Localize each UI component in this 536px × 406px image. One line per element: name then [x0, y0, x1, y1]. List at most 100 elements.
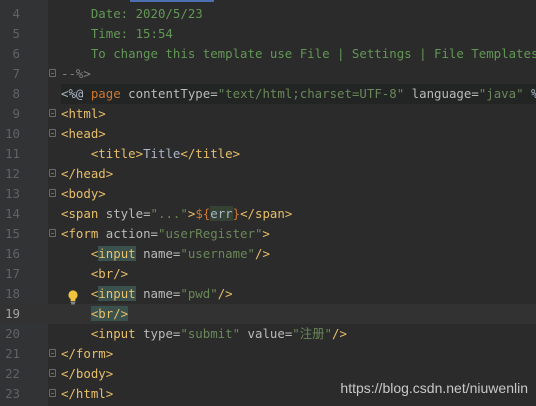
code-token: Title	[143, 146, 181, 161]
code-token: />	[217, 286, 233, 301]
code-token: }	[232, 206, 241, 221]
code-token: "username"	[180, 246, 255, 261]
code-token: name=	[135, 246, 181, 261]
code-text: <input name="username"/>	[61, 244, 270, 264]
code-text: <input type="submit" value="注册"/>	[61, 324, 347, 344]
fold-icon[interactable]	[49, 69, 56, 77]
code-token: action=	[105, 226, 158, 241]
code-token: </body>	[61, 366, 114, 381]
code-token: <input	[61, 326, 144, 341]
code-line[interactable]: 18 <input name="pwd"/>	[0, 284, 536, 304]
code-token: "..."	[150, 206, 188, 221]
fold-icon[interactable]	[49, 169, 56, 177]
code-token: <head>	[61, 126, 106, 141]
fold-icon[interactable]	[49, 189, 56, 197]
code-token: contentType=	[128, 86, 218, 101]
code-line[interactable]: 19 <br/>	[0, 304, 536, 324]
line-number: 10	[5, 126, 20, 141]
code-token: ${	[195, 206, 211, 221]
code-line[interactable]: 5 Time: 15:54	[0, 24, 536, 44]
code-token: type=	[143, 326, 181, 341]
code-token: "userRegister"	[157, 226, 263, 241]
line-number: 21	[5, 346, 20, 361]
code-token: <br/>	[61, 266, 129, 281]
code-editor[interactable]: 4 Date: 2020/5/23 5 Time: 15:54 6 To chang…	[0, 0, 536, 406]
fold-icon[interactable]	[49, 129, 56, 137]
line-number: 15	[5, 226, 20, 241]
code-token: "pwd"	[180, 286, 218, 301]
code-line[interactable]: 10 <head>	[0, 124, 536, 144]
code-text: <br/>	[61, 264, 128, 284]
code-line[interactable]: 12 </head>	[0, 164, 536, 184]
code-token: </span>	[240, 206, 293, 221]
code-token: </form>	[61, 346, 114, 361]
code-text: --%>	[61, 64, 91, 84]
code-token: input	[98, 246, 136, 261]
code-text: Time: 15:54	[61, 24, 173, 44]
code-token: "注册"	[292, 326, 332, 341]
code-token: </head>	[61, 166, 114, 181]
code-text: </head>	[61, 164, 113, 184]
code-token: Time: 15:54	[61, 26, 173, 41]
line-number: 20	[5, 326, 20, 341]
code-token: input	[98, 286, 136, 301]
line-number: 7	[12, 66, 20, 81]
code-text: </form>	[61, 344, 113, 364]
code-token: style=	[105, 206, 151, 221]
code-token: >	[262, 226, 270, 241]
code-text: <input name="pwd"/>	[61, 284, 233, 304]
code-text: To change this template use File | Setti…	[61, 44, 536, 64]
line-number: 14	[5, 206, 20, 221]
code-text: <span style="...">${err}</span>	[61, 204, 292, 224]
fold-icon[interactable]	[49, 349, 56, 357]
lightbulb-icon[interactable]	[67, 289, 79, 305]
line-number: 4	[12, 6, 20, 21]
code-token: %>	[524, 86, 536, 101]
code-token: <	[61, 246, 99, 261]
code-line[interactable]: 15 <form action="userRegister">	[0, 224, 536, 244]
code-text: <%@ page contentType="text/html;charset=…	[61, 84, 536, 104]
code-token: name=	[135, 286, 181, 301]
code-token: "text/html;charset=UTF-8"	[217, 86, 405, 101]
code-text: </html>	[61, 384, 113, 404]
code-text: <title>Title</title>	[61, 144, 240, 164]
line-number: 8	[12, 86, 20, 101]
code-text: <form action="userRegister">	[61, 224, 270, 244]
code-token: <body>	[61, 186, 106, 201]
code-line[interactable]: 7 --%>	[0, 64, 536, 84]
fold-icon[interactable]	[49, 389, 56, 397]
line-number: 17	[5, 266, 20, 281]
code-line[interactable]: 14 <span style="...">${err}</span>	[0, 204, 536, 224]
code-line[interactable]: 20 <input type="submit" value="注册"/>	[0, 324, 536, 344]
code-token: <span	[61, 206, 106, 221]
watermark-url: https://blog.csdn.net/niuwenlin	[340, 380, 528, 396]
code-text: <br/>	[61, 304, 129, 324]
code-token: --%>	[61, 66, 91, 81]
line-number: 13	[5, 186, 20, 201]
code-line[interactable]: 6 To change this template use File | Set…	[0, 44, 536, 64]
line-number: 11	[5, 146, 20, 161]
line-number: 5	[12, 26, 20, 41]
line-number: 19	[5, 306, 20, 321]
fold-icon[interactable]	[49, 109, 56, 117]
code-line[interactable]: 9 <html>	[0, 104, 536, 124]
code-line[interactable]: 17 <br/>	[0, 264, 536, 284]
code-line[interactable]: 13 <body>	[0, 184, 536, 204]
code-line[interactable]: 16 <input name="username"/>	[0, 244, 536, 264]
line-number: 22	[5, 366, 20, 381]
fold-icon[interactable]	[49, 369, 56, 377]
code-token: Date: 2020/5/23	[61, 6, 203, 21]
code-token: <title>	[61, 146, 144, 161]
line-number: 16	[5, 246, 20, 261]
line-number: 12	[5, 166, 20, 181]
fold-icon[interactable]	[49, 229, 56, 237]
code-token: "java"	[478, 86, 524, 101]
code-line[interactable]: 21 </form>	[0, 344, 536, 364]
code-token: value=	[240, 326, 293, 341]
code-token: />	[331, 326, 347, 341]
code-line[interactable]: 8 <%@ page contentType="text/html;charset…	[0, 84, 536, 104]
code-line[interactable]: 11 <title>Title</title>	[0, 144, 536, 164]
code-line[interactable]: 4 Date: 2020/5/23	[0, 4, 536, 24]
code-text: </body>	[61, 364, 113, 384]
